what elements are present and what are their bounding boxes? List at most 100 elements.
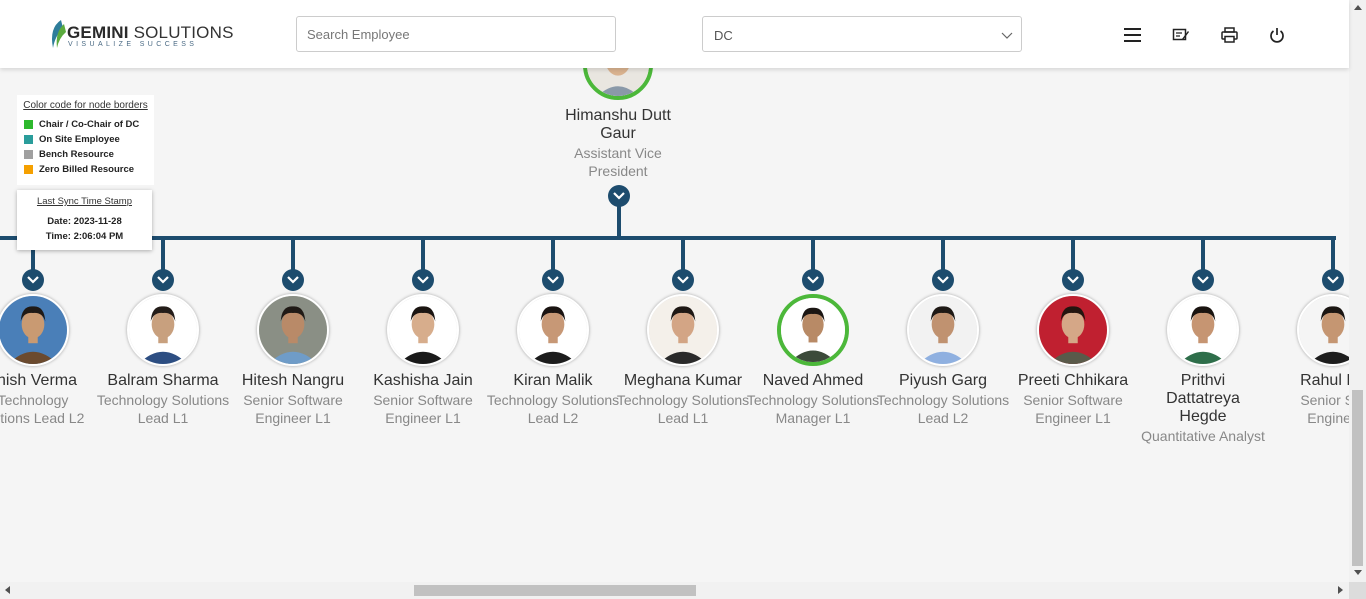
sync-timestamp-box: Last Sync Time Stamp Date: 2023-11-28 Ti… [17, 190, 152, 250]
employee-title: Technology Solutions Lead L1 [616, 392, 750, 426]
node-expand-toggle[interactable] [22, 269, 44, 291]
chevron-down-icon [937, 276, 949, 284]
legend-label: Bench Resource [39, 149, 114, 160]
print-button[interactable] [1218, 24, 1240, 46]
legend-item-zero-billed: Zero Billed Resource [23, 162, 148, 177]
employee-name: Prithvi Dattatreya Hegde [1166, 372, 1240, 425]
child-connector [1331, 238, 1335, 270]
employee-title: Technology Solutions Lead L2 [876, 392, 1010, 426]
chevron-down-icon [27, 276, 39, 284]
child-connector [161, 238, 165, 270]
legend-swatch [24, 150, 33, 159]
employee-title: Senior Software Engineer L1 [243, 392, 343, 426]
employee-title: Technology Solutions Lead L2 [486, 392, 620, 426]
chevron-down-icon [417, 276, 429, 284]
node-expand-toggle[interactable] [1192, 269, 1214, 291]
border-color-legend: Color code for node borders Chair / Co-C… [17, 95, 154, 185]
scrollbar-corner [1349, 582, 1366, 599]
employee-avatar[interactable] [517, 294, 589, 366]
app-header: GEMINI SOLUTIONS VISUALIZE SUCCESS DC [0, 0, 1349, 68]
employee-avatar[interactable] [257, 294, 329, 366]
gemini-leaf-icon [52, 20, 66, 48]
root-title: Assistant Vice President [574, 145, 662, 179]
chevron-down-icon [807, 276, 819, 284]
chevron-down-icon [547, 276, 559, 284]
sibling-connector [0, 236, 1336, 240]
logo-wordmark: GEMINI SOLUTIONS [67, 23, 234, 42]
chevron-down-icon [613, 192, 625, 200]
employee-title: Technology Solutions Manager L1 [746, 392, 880, 426]
chevron-down-icon [287, 276, 299, 284]
power-icon [1270, 28, 1284, 43]
chevron-down-icon [1327, 276, 1339, 284]
scroll-left-arrow-icon[interactable] [5, 586, 10, 594]
org-chart[interactable]: Himanshu Dutt Gaur Assistant Vice Presid… [0, 0, 1349, 582]
employee-avatar[interactable] [647, 294, 719, 366]
child-connector [1201, 238, 1205, 270]
scroll-down-arrow-icon[interactable] [1354, 570, 1362, 575]
node-expand-toggle[interactable] [282, 269, 304, 291]
employee-title: Senior Sof Enginee [1300, 392, 1349, 426]
legend-item-chair: Chair / Co-Chair of DC [23, 117, 148, 132]
child-connector [421, 238, 425, 270]
root-name: Himanshu Dutt Gaur [565, 107, 671, 142]
legend-label: On Site Employee [39, 134, 120, 145]
employee-avatar[interactable] [0, 294, 69, 366]
notes-icon [1172, 28, 1189, 41]
employee-avatar[interactable] [777, 294, 849, 366]
employee-avatar[interactable] [1167, 294, 1239, 366]
scroll-right-arrow-icon[interactable] [1338, 586, 1343, 594]
legend-title: Color code for node borders [23, 100, 148, 111]
chevron-down-icon [1197, 276, 1209, 284]
notes-button[interactable] [1170, 24, 1192, 46]
chevron-down-icon [677, 276, 689, 284]
legend-swatch [24, 135, 33, 144]
node-expand-toggle[interactable] [672, 269, 694, 291]
employee-avatar[interactable] [127, 294, 199, 366]
employee-avatar[interactable] [1037, 294, 1109, 366]
employee-title: Technology olutions Lead L2 [0, 392, 85, 426]
child-connector [811, 238, 815, 270]
child-connector [1071, 238, 1075, 270]
company-logo[interactable]: GEMINI SOLUTIONS VISUALIZE SUCCESS [47, 18, 233, 52]
root-expand-toggle[interactable] [608, 185, 630, 207]
employee-avatar[interactable] [387, 294, 459, 366]
employee-avatar[interactable] [1297, 294, 1349, 366]
vertical-scrollbar[interactable] [1349, 0, 1366, 582]
node-expand-toggle[interactable] [802, 269, 824, 291]
dc-select[interactable]: DC [702, 16, 1022, 52]
employee-title: Senior Software Engineer L1 [373, 392, 473, 426]
node-expand-toggle[interactable] [1322, 269, 1344, 291]
node-expand-toggle[interactable] [152, 269, 174, 291]
employee-name: Rahul Ku [1300, 372, 1349, 389]
horizontal-scroll-thumb[interactable] [414, 585, 696, 596]
logo-tagline: VISUALIZE SUCCESS [68, 41, 198, 48]
legend-label: Zero Billed Resource [39, 164, 135, 175]
search-employee-input[interactable] [296, 16, 616, 52]
legend-item-onsite: On Site Employee [23, 132, 148, 147]
horizontal-scrollbar[interactable] [0, 582, 1349, 599]
print-icon [1220, 27, 1238, 43]
scroll-up-arrow-icon[interactable] [1354, 5, 1362, 10]
node-expand-toggle[interactable] [542, 269, 564, 291]
chevron-down-icon [1001, 32, 1013, 39]
legend-label: Chair / Co-Chair of DC [39, 119, 140, 130]
menu-button[interactable] [1122, 24, 1144, 46]
child-connector [291, 238, 295, 270]
node-expand-toggle[interactable] [932, 269, 954, 291]
sync-title: Last Sync Time Stamp [36, 196, 133, 207]
legend-item-bench: Bench Resource [23, 147, 148, 162]
node-expand-toggle[interactable] [412, 269, 434, 291]
employee-title: Quantitative Analyst [1141, 428, 1265, 444]
logout-button[interactable] [1266, 24, 1288, 46]
node-expand-toggle[interactable] [1062, 269, 1084, 291]
menu-icon [1124, 28, 1141, 42]
child-connector [941, 238, 945, 270]
child-connector [551, 238, 555, 270]
sync-time: Time: 2:06:04 PM [45, 231, 124, 242]
sync-date: Date: 2023-11-28 [47, 216, 122, 227]
employee-avatar[interactable] [907, 294, 979, 366]
vertical-scroll-thumb[interactable] [1352, 390, 1363, 566]
employee-title: Technology Solutions Lead L1 [96, 392, 230, 426]
legend-swatch [24, 120, 33, 129]
